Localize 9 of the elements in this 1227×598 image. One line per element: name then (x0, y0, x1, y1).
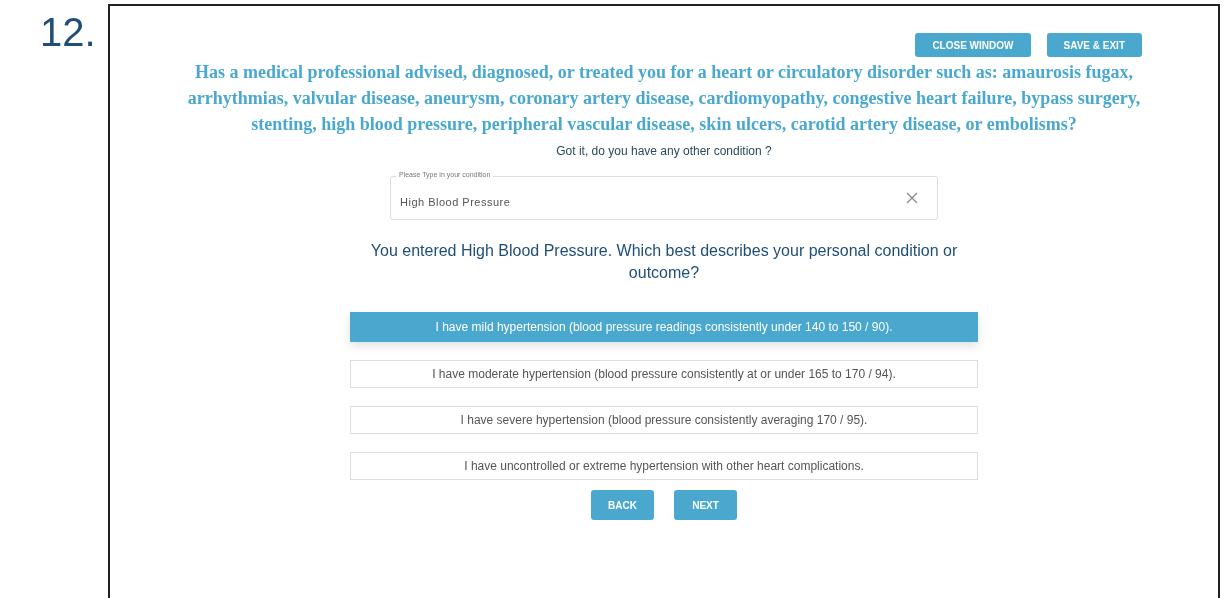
question-text: Has a medical professional advised, diagnosed, or treated you for a heart or circulatory disorder such as: amaurosis fugax, arrhythmias, valvular disease, aneurysm, coronary artery disease, cardiomyopathy, congestive heart failure, bypass surgery, stenting, high blood pressure, peripheral vascular disease, skin ulcers, carotid artery disease, or embolisms? (186, 61, 1142, 136)
prompt-text: You entered High Blood Pressure. Which best describes your personal condition or outcome? (369, 241, 959, 283)
answer-option[interactable]: I have uncontrolled or extreme hypertension with other heart complications. (350, 452, 978, 480)
condition-input[interactable]: High Blood Pressure (400, 185, 906, 211)
follow-up-text: Got it, do you have any other condition ? (556, 143, 772, 160)
answer-option[interactable]: I have moderate hypertension (blood pressure consistently at or under 165 to 170 / 94). (350, 360, 978, 388)
clear-icon[interactable] (906, 192, 918, 204)
answer-option[interactable]: I have severe hypertension (blood pressure consistently averaging 170 / 95). (350, 406, 978, 434)
slide-number: 12. (40, 10, 96, 54)
